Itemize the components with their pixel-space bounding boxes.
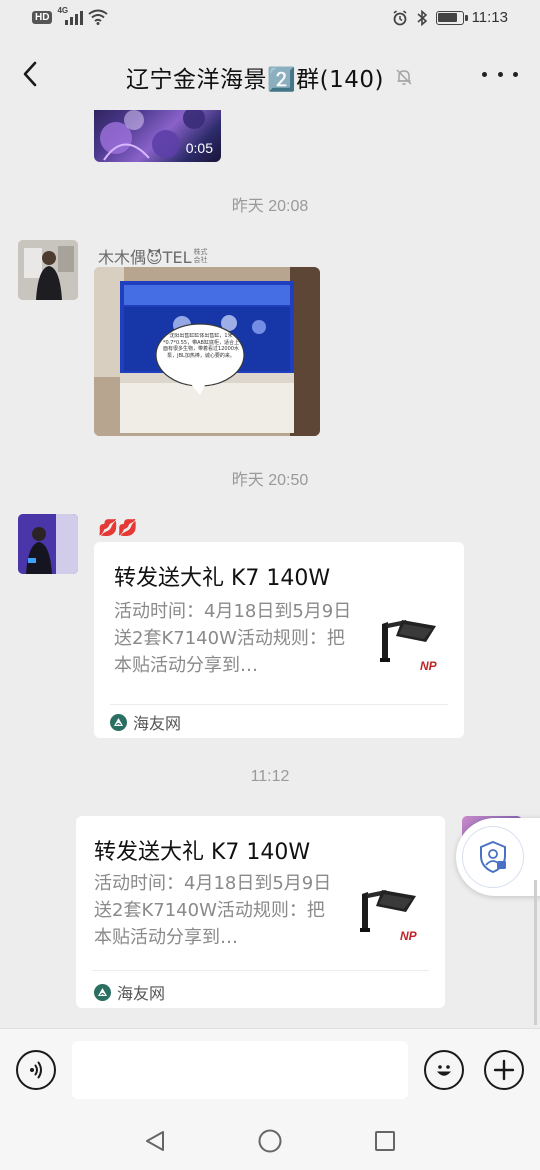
card-source: 海友网 (110, 710, 181, 734)
chat-title: 辽宁金洋海景2️⃣群(140) (126, 67, 384, 93)
square-recents-icon (375, 1131, 395, 1151)
status-right: 11:13 (392, 9, 508, 26)
emoji-button[interactable] (424, 1050, 464, 1090)
avatar[interactable] (18, 514, 78, 574)
floating-security-widget[interactable] (456, 818, 540, 896)
card-source: 海友网 (94, 980, 165, 1004)
hd-badge: HD (32, 10, 53, 24)
system-home-button[interactable] (257, 1128, 283, 1154)
link-card-outgoing[interactable]: 转发送大礼 K7 140W 活动时间：4月18日到5月9日送2套K7140W活动… (76, 816, 445, 1008)
scrollbar[interactable] (534, 880, 537, 1025)
bluetooth-icon (417, 9, 427, 26)
card-title: 转发送大礼 K7 140W (94, 840, 311, 865)
wifi-icon (88, 9, 109, 25)
cellular-signal-icon: 4G (57, 6, 84, 25)
link-card[interactable]: 转发送大礼 K7 140W 活动时间：4月18日到5月9日送2套K7140W活动… (94, 542, 464, 738)
brand-logo: NP (420, 659, 438, 673)
card-description: 活动时间：4月18日到5月9日送2套K7140W活动规则：把本贴活动分享到… (94, 873, 332, 948)
led-light-image: NP (376, 608, 452, 684)
emoji-icon (437, 1065, 451, 1076)
card-thumbnail: NP (356, 878, 432, 954)
timestamp: 昨天 20:08 (231, 198, 309, 215)
input-bar (0, 1028, 540, 1110)
led-light-image: NP (356, 878, 432, 954)
more-icon (482, 71, 487, 77)
haiyou-logo-icon (94, 983, 111, 1001)
circle-home-icon (258, 1129, 282, 1153)
system-back-button[interactable] (142, 1128, 168, 1154)
message-list[interactable]: 0:05 昨天 20:08 木木偶😈TEL 株式 会社 沈阳出售缸缸体出售缸，1… (0, 110, 540, 1028)
card-divider (92, 970, 429, 971)
status-bar: HD 4G 11:13 (0, 0, 540, 38)
bell-muted-icon (396, 69, 412, 85)
haiyou-logo-icon (110, 713, 127, 731)
video-message[interactable]: 0:05 (94, 110, 221, 162)
shield-user-icon (480, 840, 506, 874)
status-clock: 11:13 (471, 9, 508, 26)
brand-logo: NP (400, 929, 418, 943)
system-navigation-bar (0, 1110, 540, 1170)
system-recents-button[interactable] (372, 1128, 398, 1154)
timestamp: 昨天 20:50 (231, 472, 309, 489)
card-divider (110, 704, 448, 705)
status-left: HD 4G (32, 6, 109, 25)
card-title: 转发送大礼 K7 140W (114, 566, 331, 591)
plus-button[interactable] (484, 1050, 524, 1090)
photo-caption: 沈阳出售缸缸体出售缸，1米*0.7*0.55，带AB缸底柜，适合上面有很多生物，… (163, 333, 239, 359)
card-description: 活动时间：4月18日到5月9日送2套K7140W活动规则：把本贴活动分享到… (114, 601, 352, 676)
shield-user-button[interactable] (462, 826, 524, 888)
sender-badge: 株式 会社 (193, 248, 208, 264)
voice-icon (30, 1061, 42, 1079)
image-message[interactable]: 沈阳出售缸缸体出售缸，1米*0.7*0.55，带AB缸底柜，适合上面有很多生物，… (94, 267, 320, 436)
avatar[interactable] (18, 240, 78, 300)
plus-icon (493, 1059, 515, 1081)
triangle-back-icon (146, 1131, 164, 1151)
timestamp: 11:12 (250, 768, 290, 785)
sender-name: 木木偶😈TEL 株式 会社 (98, 248, 208, 267)
alarm-icon (393, 9, 407, 25)
card-source-name: 海友网 (133, 714, 182, 733)
more-button[interactable] (482, 62, 518, 86)
sender-name: 💋💋 (98, 518, 138, 537)
card-source-name: 海友网 (117, 984, 166, 1003)
chat-header: 辽宁金洋海景2️⃣群(140) (0, 38, 540, 110)
battery-icon (435, 10, 468, 25)
voice-button[interactable] (16, 1050, 56, 1090)
chat-title-group: 辽宁金洋海景2️⃣群(140) (0, 60, 540, 94)
video-duration: 0:05 (185, 140, 213, 156)
aquarium-photo: 沈阳出售缸缸体出售缸，1米*0.7*0.55，带AB缸底柜，适合上面有很多生物，… (94, 267, 320, 436)
card-thumbnail: NP (376, 608, 452, 684)
message-input[interactable] (72, 1041, 408, 1099)
